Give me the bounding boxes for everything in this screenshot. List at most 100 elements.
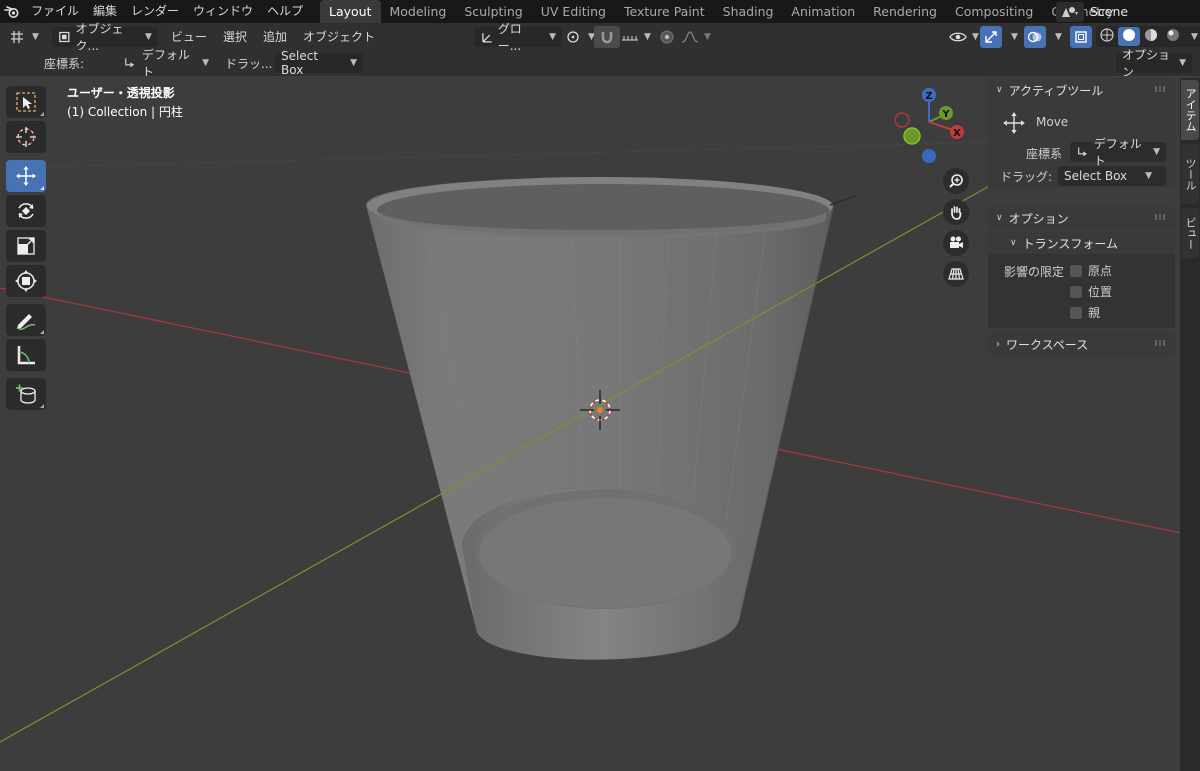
chevron-down-icon: ▼: [350, 58, 357, 68]
pan-button[interactable]: [943, 199, 969, 225]
mode-label: オブジェク...: [75, 21, 124, 53]
snap-target-button[interactable]: ▼: [616, 26, 656, 48]
checkbox[interactable]: [1070, 306, 1082, 319]
checkbox[interactable]: [1070, 264, 1082, 277]
editor-type-button[interactable]: ▼: [4, 26, 44, 48]
pivot-icon: [567, 30, 579, 43]
move-tool[interactable]: [6, 160, 46, 192]
annotate-tool[interactable]: [6, 304, 46, 336]
active-tool-header[interactable]: ∨ アクティブツール: [988, 78, 1175, 102]
tab-animation[interactable]: Animation: [782, 0, 864, 23]
options-header[interactable]: ∨ オプション: [988, 206, 1175, 230]
menu-select[interactable]: 選択: [218, 26, 252, 48]
transform-title: トランスフォーム: [1022, 236, 1118, 251]
coord-system-dropdown[interactable]: デフォルト ▼: [117, 48, 215, 79]
scene-name: Scene: [1090, 4, 1129, 19]
camera-icon: [950, 236, 963, 248]
drag-handle-icon[interactable]: [1155, 340, 1167, 346]
checkbox[interactable]: [1070, 285, 1082, 298]
affect-origins-checkbox[interactable]: 原点: [1070, 262, 1112, 279]
workspace-tabs: Layout Modeling Sculpting UV Editing Tex…: [320, 0, 1123, 23]
tab-tool[interactable]: ツール: [1181, 144, 1199, 204]
transform-subheader[interactable]: ∨ トランスフォーム: [988, 232, 1175, 254]
tab-view[interactable]: ビュー: [1181, 208, 1199, 258]
workspace-header[interactable]: › ワークスペース: [988, 332, 1175, 356]
chevron-down-icon[interactable]: ▼: [1011, 32, 1018, 42]
affect-only-body: 影響の限定 原点 位置 親: [988, 254, 1175, 328]
tab-rendering[interactable]: Rendering: [864, 0, 946, 23]
drag-dropdown[interactable]: Select Box ▼: [1058, 166, 1166, 186]
drag-handle-icon[interactable]: [1155, 214, 1167, 220]
coord-dropdown[interactable]: デフォルト ▼: [1070, 137, 1166, 168]
menu-help[interactable]: ヘルプ: [260, 0, 310, 23]
mode-dropdown[interactable]: オブジェク... ▼: [51, 22, 158, 53]
perspective-toggle-button[interactable]: [943, 261, 969, 287]
options-label: オプション: [1122, 48, 1171, 79]
tab-modeling[interactable]: Modeling: [381, 0, 456, 23]
rotate-tool[interactable]: [6, 195, 46, 227]
proportional-falloff-button[interactable]: ▼: [676, 26, 716, 48]
chevron-down-icon: ▼: [549, 31, 556, 42]
measure-tool[interactable]: [6, 339, 46, 371]
affect-locations-checkbox[interactable]: 位置: [1070, 283, 1112, 300]
menu-add[interactable]: 追加: [258, 26, 292, 48]
neg-y-handle[interactable]: [903, 127, 921, 145]
transform-orientation-dropdown[interactable]: グロー... ▼: [474, 22, 562, 53]
scale-tool[interactable]: [6, 230, 46, 262]
menu-view[interactable]: ビュー: [166, 26, 212, 48]
eye-icon: [949, 32, 967, 41]
select-box-tool[interactable]: [6, 86, 46, 118]
chevron-down-icon[interactable]: ▼: [1189, 32, 1200, 42]
affect-locations-label: 位置: [1088, 285, 1113, 299]
tab-layout[interactable]: Layout: [320, 0, 381, 23]
coord-system-value: デフォルト: [141, 48, 190, 79]
tab-shading[interactable]: Shading: [714, 0, 783, 23]
rendered-shading-button[interactable]: [1162, 27, 1184, 46]
add-cylinder-tool[interactable]: [6, 378, 46, 410]
xray-toggle[interactable]: [1070, 25, 1092, 48]
chevron-down-icon: ▼: [704, 31, 711, 42]
z-axis-label: Z: [925, 91, 932, 102]
chevron-down-icon: ▼: [202, 58, 209, 68]
neg-z-handle[interactable]: [922, 149, 936, 163]
tab-texture-paint[interactable]: Texture Paint: [615, 0, 714, 23]
overlays-toggle[interactable]: [1024, 25, 1046, 48]
navigation-gizmo[interactable]: Z Y X: [886, 80, 976, 170]
zoom-icon: [949, 174, 963, 188]
solid-shading-button[interactable]: [1118, 27, 1140, 46]
coord-value: デフォルト: [1093, 137, 1142, 168]
drag-handle-icon[interactable]: [1155, 86, 1167, 92]
options-dropdown[interactable]: オプション ▼: [1116, 48, 1192, 79]
visibility-button[interactable]: ▼: [944, 26, 984, 48]
move-arrows-icon: [1003, 112, 1025, 134]
tool-name: Move: [1036, 115, 1069, 129]
tab-item[interactable]: アイテム: [1181, 80, 1199, 140]
material-sphere-icon: [1145, 29, 1157, 41]
zoom-button[interactable]: [943, 168, 969, 194]
chevron-down-icon[interactable]: ▼: [1055, 32, 1062, 42]
wireframe-icon: [1100, 28, 1114, 42]
transform-tool[interactable]: [6, 265, 46, 297]
drag-dropdown[interactable]: Select Box ▼: [275, 49, 363, 77]
move-arrows-icon: [16, 166, 36, 186]
object-mode-icon: [59, 31, 70, 42]
wireframe-shading-button[interactable]: [1096, 27, 1118, 46]
menu-window[interactable]: ウィンドウ: [186, 0, 260, 23]
neg-x-handle[interactable]: [894, 112, 910, 128]
camera-view-button[interactable]: [943, 230, 969, 256]
orientation-icon: [125, 58, 135, 68]
menu-object[interactable]: オブジェクト: [298, 26, 380, 48]
sidebar-panel: ∨ アクティブツール Move 座標系 デフォルト ▼ ドラッグ: Select…: [988, 78, 1175, 356]
view-name: ユーザー・透視投影: [67, 86, 175, 100]
affect-parents-checkbox[interactable]: 親: [1070, 304, 1100, 321]
gizmo-toggle[interactable]: [980, 25, 1002, 48]
cursor-tool[interactable]: [6, 121, 46, 153]
collection-label: (1) Collection | 円柱: [67, 105, 183, 119]
tab-uv-editing[interactable]: UV Editing: [532, 0, 615, 23]
blender-logo-icon[interactable]: [0, 0, 24, 23]
magnet-icon: [601, 31, 613, 43]
material-shading-button[interactable]: [1140, 27, 1162, 46]
scene-selector[interactable]: Scene: [1056, 0, 1200, 23]
tab-compositing[interactable]: Compositing: [946, 0, 1042, 23]
chevron-right-icon: ›: [996, 338, 1000, 350]
